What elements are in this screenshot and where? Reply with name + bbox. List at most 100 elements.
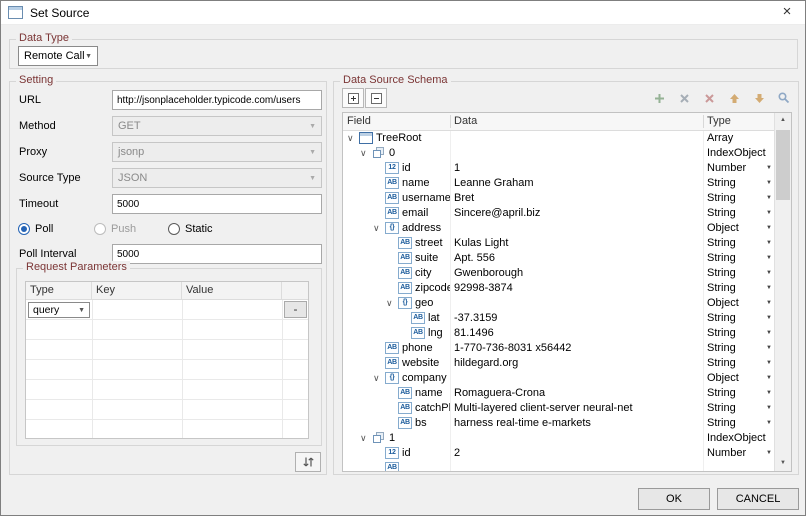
schema-tree-row[interactable]: ABcityGwenboroughString▼: [343, 266, 774, 281]
string-type-icon: AB: [398, 267, 412, 279]
param-type-select[interactable]: query ▼: [28, 302, 90, 318]
field-type: String: [707, 267, 736, 279]
delete-all-fields-button[interactable]: [698, 88, 720, 108]
data-type-select[interactable]: Remote Call ▼: [18, 46, 98, 66]
preview-data-button[interactable]: [773, 88, 795, 108]
schema-tree-row[interactable]: ∨{}geoObject▼: [343, 296, 774, 311]
type-dropdown-arrow[interactable]: ▼: [766, 341, 772, 356]
type-dropdown-arrow[interactable]: ▼: [766, 311, 772, 326]
remove-field-button[interactable]: [673, 88, 695, 108]
field-cell: ∨{}address: [343, 221, 450, 236]
type-dropdown-arrow[interactable]: ▼: [766, 161, 772, 176]
static-radio-label: Static: [185, 223, 213, 235]
url-input[interactable]: [112, 90, 322, 110]
remove-param-button[interactable]: -: [284, 301, 307, 318]
header-separator: [450, 115, 451, 128]
radio-selected-icon: [18, 223, 30, 235]
expander-icon[interactable]: ∨: [373, 371, 380, 385]
field-cell: ABemail: [343, 206, 450, 221]
schema-tree-row[interactable]: ∨TreeRootArray: [343, 131, 774, 146]
expander-icon[interactable]: ∨: [360, 431, 367, 445]
schema-tree-row[interactable]: ABnameRomaguera-CronaString▼: [343, 386, 774, 401]
expander-icon[interactable]: ∨: [360, 146, 367, 160]
field-data: [454, 431, 700, 446]
schema-tree-row[interactable]: ∨1IndexObject: [343, 431, 774, 446]
field-data: [454, 131, 700, 146]
array-root-icon: [359, 132, 373, 144]
type-dropdown-arrow[interactable]: ▼: [766, 251, 772, 266]
tree-scrollbar[interactable]: ▲ ▼: [774, 113, 791, 471]
schema-tree-row[interactable]: ABzipcode92998-3874String▼: [343, 281, 774, 296]
type-dropdown-arrow[interactable]: ▼: [766, 446, 772, 461]
field-name: 0: [389, 146, 395, 161]
grid-line: [92, 300, 93, 438]
schema-tree-row[interactable]: ABemailSincere@april.bizString▼: [343, 206, 774, 221]
collapse-all-button[interactable]: [365, 88, 387, 108]
method-label: Method: [19, 116, 56, 136]
sort-icon: [302, 456, 315, 468]
schema-tree-row[interactable]: ABlng81.1496String▼: [343, 326, 774, 341]
field-cell: ABphone: [343, 341, 450, 356]
schema-tree-row[interactable]: 12id1Number▼: [343, 161, 774, 176]
move-down-button[interactable]: [748, 88, 770, 108]
scroll-up-button[interactable]: ▲: [775, 113, 791, 128]
cancel-button[interactable]: CANCEL: [717, 488, 799, 510]
type-dropdown-arrow[interactable]: ▼: [766, 356, 772, 371]
method-row: Method GET ▼: [10, 116, 326, 136]
type-dropdown-arrow[interactable]: ▼: [766, 401, 772, 416]
close-button[interactable]: ×: [769, 1, 805, 24]
field-type: String: [707, 192, 736, 204]
static-radio[interactable]: Static: [168, 222, 213, 236]
field-cell: ABcity: [343, 266, 450, 281]
string-type-icon: AB: [398, 282, 412, 294]
expander-icon[interactable]: ∨: [347, 131, 354, 145]
type-dropdown-arrow[interactable]: ▼: [766, 236, 772, 251]
schema-tree-row[interactable]: ABstreetKulas LightString▼: [343, 236, 774, 251]
type-dropdown-arrow[interactable]: ▼: [766, 416, 772, 431]
schema-tree-row[interactable]: ABnameLeanne GrahamString▼: [343, 176, 774, 191]
type-dropdown-arrow[interactable]: ▼: [766, 296, 772, 311]
type-dropdown-arrow[interactable]: ▼: [766, 191, 772, 206]
schema-tree-row[interactable]: ∨0IndexObject: [343, 146, 774, 161]
schema-tree-row[interactable]: ∨{}addressObject▼: [343, 221, 774, 236]
string-type-icon: AB: [398, 402, 412, 414]
ok-button[interactable]: OK: [638, 488, 710, 510]
scroll-thumb[interactable]: [776, 130, 790, 200]
type-dropdown-arrow[interactable]: ▼: [766, 266, 772, 281]
data-type-group: Data Type Remote Call ▼: [9, 39, 798, 69]
schema-tree-row[interactable]: ABlat-37.3159String▼: [343, 311, 774, 326]
field-type-cell: String ▼: [707, 251, 774, 266]
type-dropdown-arrow[interactable]: ▼: [766, 206, 772, 221]
poll-radio[interactable]: Poll: [18, 222, 53, 236]
expander-icon[interactable]: ∨: [373, 221, 380, 235]
type-dropdown-arrow[interactable]: ▼: [766, 326, 772, 341]
field-data: -37.3159: [454, 311, 700, 326]
field-type-cell: String▼: [707, 311, 774, 326]
field-type: Number: [707, 162, 746, 174]
schema-tree-row[interactable]: ∨{}companyObject▼: [343, 371, 774, 386]
type-dropdown-arrow[interactable]: ▼: [766, 176, 772, 191]
string-type-icon: AB: [398, 387, 412, 399]
type-dropdown-arrow[interactable]: ▼: [766, 281, 772, 296]
type-dropdown-arrow[interactable]: ▼: [766, 386, 772, 401]
poll-interval-input[interactable]: [112, 244, 322, 264]
schema-tree-row[interactable]: ABsuiteApt. 556String▼: [343, 251, 774, 266]
type-dropdown-arrow[interactable]: ▼: [766, 371, 772, 386]
schema-tree-row[interactable]: ABbsharness real-time e-marketsString▼: [343, 416, 774, 431]
timeout-input[interactable]: [112, 194, 322, 214]
type-dropdown-arrow[interactable]: ▼: [766, 221, 772, 236]
schema-tree-row[interactable]: AB: [343, 461, 774, 471]
schema-tree-row[interactable]: ABusernameBretString▼: [343, 191, 774, 206]
schema-tree-row[interactable]: 12id2Number▼: [343, 446, 774, 461]
add-field-button[interactable]: [648, 88, 670, 108]
schema-tree-row[interactable]: ABcatchPhraseMulti-layered client-server…: [343, 401, 774, 416]
schema-tree-row[interactable]: ABwebsitehildegard.orgString▼: [343, 356, 774, 371]
expander-icon[interactable]: ∨: [386, 296, 393, 310]
scroll-down-button[interactable]: ▼: [775, 456, 791, 471]
sort-params-button[interactable]: [295, 452, 321, 472]
expand-all-button[interactable]: [342, 88, 364, 108]
field-data: Romaguera-Crona: [454, 386, 700, 401]
schema-tree-row[interactable]: ABphone1-770-736-8031 x56442String▼: [343, 341, 774, 356]
move-up-button[interactable]: [723, 88, 745, 108]
field-type: String: [707, 252, 736, 264]
